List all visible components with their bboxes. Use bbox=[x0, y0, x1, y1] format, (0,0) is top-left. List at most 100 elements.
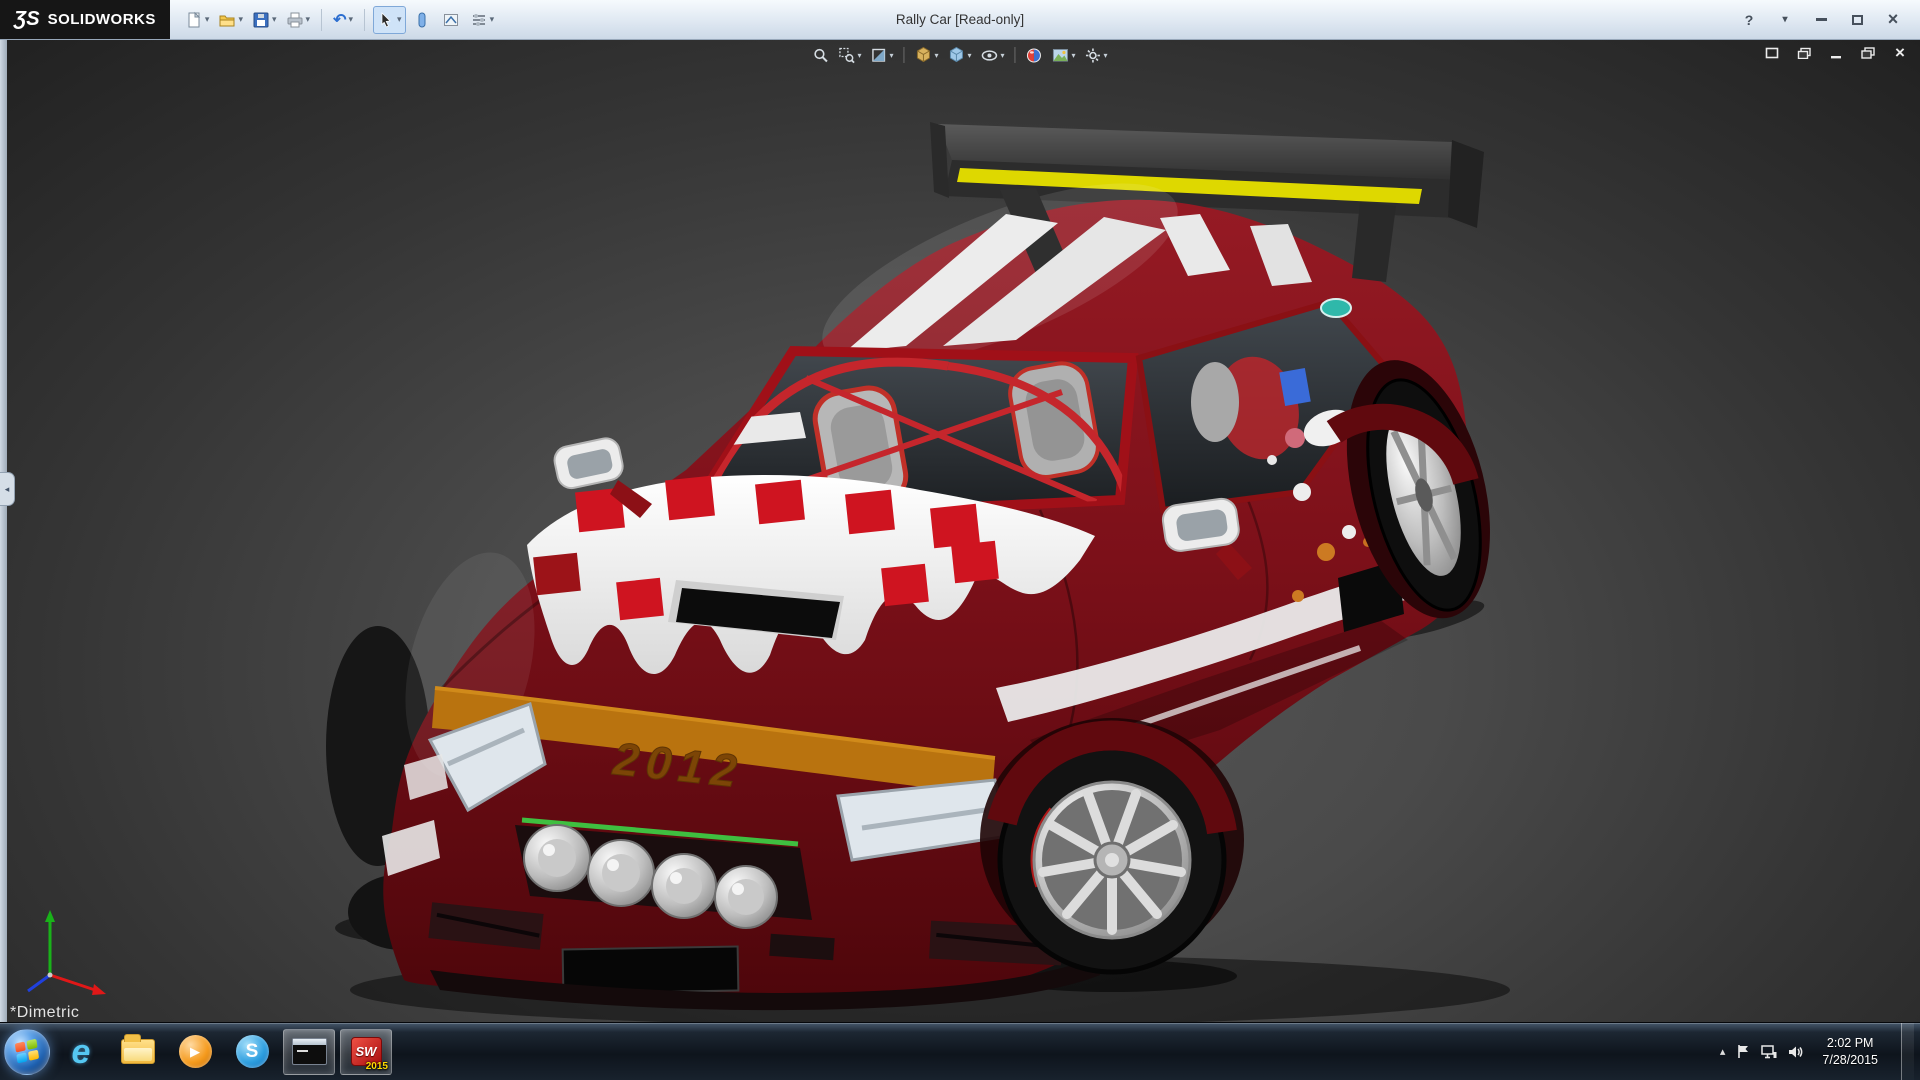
hide-show-items-button[interactable] bbox=[978, 43, 1008, 67]
section-view-button[interactable] bbox=[867, 43, 896, 67]
taskbar-item-windows-explorer[interactable] bbox=[112, 1029, 164, 1075]
options-sliders-icon bbox=[470, 11, 488, 29]
solidworks-letters-icon bbox=[356, 1044, 377, 1059]
minimize-icon bbox=[1816, 18, 1827, 21]
taskbar-item-command-prompt[interactable] bbox=[283, 1029, 335, 1075]
edit-appearance-button[interactable] bbox=[1023, 43, 1046, 67]
undo-button[interactable] bbox=[330, 6, 356, 34]
close-icon bbox=[1895, 43, 1905, 63]
heads-up-view-toolbar bbox=[809, 43, 1110, 67]
doc-new-window-button[interactable] bbox=[1762, 45, 1782, 61]
save-floppy-icon bbox=[252, 11, 270, 29]
maximize-icon bbox=[1852, 15, 1863, 25]
clock-time: 2:02 PM bbox=[1827, 1035, 1874, 1051]
view-settings-button[interactable] bbox=[1082, 43, 1111, 67]
solidworks-window: ƷS SOLIDWORKS bbox=[0, 0, 1920, 1080]
view-orientation-button[interactable] bbox=[911, 43, 941, 67]
printer-icon bbox=[286, 11, 304, 29]
options-button[interactable] bbox=[467, 6, 498, 34]
solidworks-logo-icon: ƷS bbox=[14, 8, 40, 31]
solidworks-logo-text: SOLIDWORKS bbox=[48, 11, 156, 28]
eye-icon bbox=[981, 47, 999, 64]
appearance-ball-icon bbox=[1026, 47, 1043, 64]
open-folder-icon bbox=[218, 11, 236, 29]
solidworks-logo: ƷS SOLIDWORKS bbox=[0, 0, 170, 39]
solidworks-year-badge: 2015 bbox=[366, 1061, 388, 1072]
internet-explorer-icon: e bbox=[72, 1035, 91, 1069]
windows-taskbar: e S 2015 bbox=[0, 1022, 1920, 1080]
section-view-icon bbox=[870, 47, 887, 64]
instant3d-icon bbox=[413, 11, 431, 29]
titlebar: ƷS SOLIDWORKS bbox=[0, 0, 1920, 40]
zoom-to-fit-button[interactable] bbox=[809, 43, 832, 67]
window-controls: ? bbox=[1734, 9, 1920, 31]
start-button[interactable] bbox=[4, 1029, 50, 1075]
sketch-button[interactable] bbox=[438, 6, 464, 34]
minimize-button[interactable] bbox=[1806, 9, 1836, 31]
instant3d-button[interactable] bbox=[409, 6, 435, 34]
save-button[interactable] bbox=[249, 6, 280, 34]
print-button[interactable] bbox=[283, 6, 314, 34]
toolbar-separator bbox=[321, 9, 322, 31]
chevron-down-icon bbox=[1782, 14, 1787, 25]
cascade-icon bbox=[1797, 47, 1811, 59]
windows-flag-icon bbox=[14, 1039, 39, 1065]
scene-photo-icon bbox=[1052, 47, 1070, 64]
undo-icon bbox=[333, 10, 346, 30]
toolbar-separator bbox=[364, 9, 365, 31]
display-style-button[interactable] bbox=[944, 43, 974, 67]
view-cube-icon bbox=[914, 46, 932, 64]
document-window-controls bbox=[1762, 45, 1910, 61]
new-document-icon bbox=[185, 11, 203, 29]
toolbar-separator bbox=[1015, 47, 1016, 63]
help-button[interactable]: ? bbox=[1734, 9, 1764, 31]
new-document-button[interactable] bbox=[182, 6, 213, 34]
doc-minimize-button[interactable] bbox=[1826, 45, 1846, 61]
new-window-icon bbox=[1765, 47, 1779, 59]
taskbar-clock[interactable]: 2:02 PM 7/28/2015 bbox=[1814, 1035, 1886, 1068]
network-icon[interactable] bbox=[1761, 1045, 1777, 1059]
messenger-icon: S bbox=[236, 1035, 269, 1068]
restore-icon bbox=[1861, 47, 1875, 59]
show-desktop-button[interactable] bbox=[1901, 1023, 1914, 1080]
zoom-to-area-icon bbox=[838, 47, 855, 64]
zoom-to-fit-icon bbox=[812, 47, 829, 64]
action-center-flag-icon[interactable] bbox=[1736, 1044, 1750, 1059]
expand-toolbar-button[interactable] bbox=[1770, 9, 1800, 31]
doc-cascade-button[interactable] bbox=[1794, 45, 1814, 61]
orientation-triad bbox=[28, 910, 106, 995]
open-button[interactable] bbox=[215, 6, 246, 34]
close-icon bbox=[1888, 9, 1899, 30]
solidworks-app-icon: 2015 bbox=[347, 1034, 385, 1070]
taskbar-item-solidworks[interactable]: 2015 bbox=[340, 1029, 392, 1075]
view-orientation-label: *Dimetric bbox=[10, 1004, 79, 1022]
toolbar-separator bbox=[903, 47, 904, 63]
system-tray: 2:02 PM 7/28/2015 bbox=[1720, 1023, 1916, 1080]
display-style-icon bbox=[947, 46, 965, 64]
standard-toolbar bbox=[170, 6, 509, 34]
clock-date: 7/28/2015 bbox=[1822, 1052, 1878, 1068]
maximize-button[interactable] bbox=[1842, 9, 1872, 31]
close-button[interactable] bbox=[1878, 9, 1908, 31]
minimize-icon bbox=[1830, 47, 1842, 59]
select-arrow-icon bbox=[377, 11, 395, 29]
rally-car-model: 2012 bbox=[0, 40, 1920, 1022]
graphics-area[interactable]: 2012 bbox=[0, 40, 1920, 1022]
doc-restore-button[interactable] bbox=[1858, 45, 1878, 61]
taskbar-item-media-player[interactable] bbox=[169, 1029, 221, 1075]
doc-close-button[interactable] bbox=[1890, 45, 1910, 61]
volume-icon[interactable] bbox=[1788, 1045, 1803, 1059]
zoom-to-area-button[interactable] bbox=[835, 43, 864, 67]
taskbar-item-messenger[interactable]: S bbox=[226, 1029, 278, 1075]
view-settings-gear-icon bbox=[1085, 47, 1102, 64]
command-prompt-icon bbox=[292, 1038, 327, 1065]
chevron-up-icon bbox=[1720, 1045, 1726, 1058]
play-icon bbox=[190, 1044, 200, 1060]
select-button[interactable] bbox=[373, 6, 406, 34]
taskbar-item-internet-explorer[interactable]: e bbox=[55, 1029, 107, 1075]
sketch-sheet-icon bbox=[442, 11, 460, 29]
folder-icon bbox=[121, 1039, 155, 1064]
show-hidden-icons-button[interactable] bbox=[1720, 1045, 1726, 1058]
apply-scene-button[interactable] bbox=[1049, 43, 1079, 67]
media-player-icon bbox=[179, 1035, 212, 1068]
